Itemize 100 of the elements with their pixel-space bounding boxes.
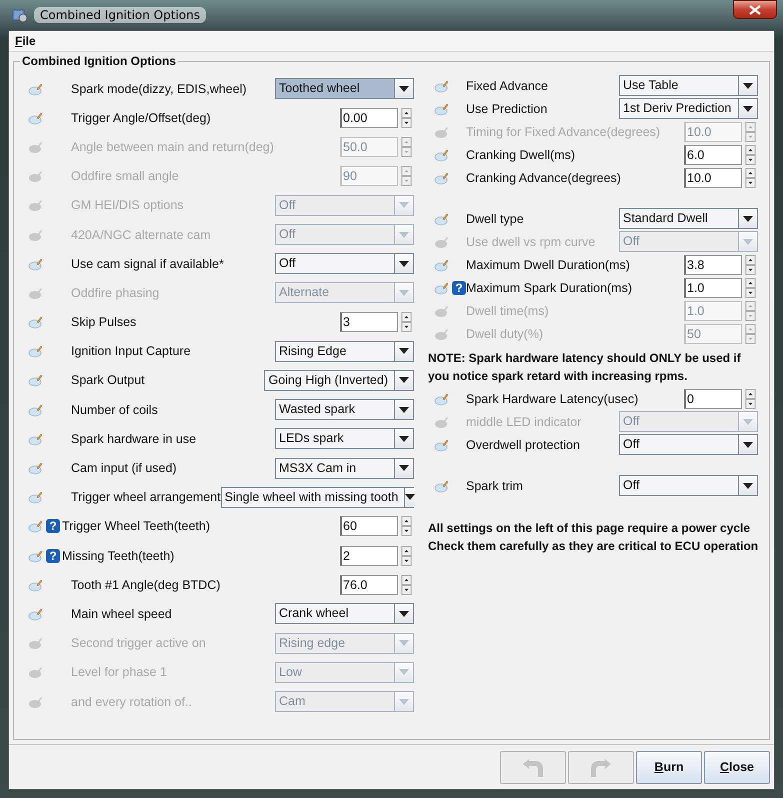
caret-icon	[399, 610, 409, 617]
field-label: Skip Pulses	[70, 315, 138, 330]
dropdown[interactable]: Wasted spark	[275, 399, 414, 420]
field-label: Use Prediction	[466, 102, 548, 116]
number-field[interactable]: 0	[684, 388, 742, 408]
edit-icon[interactable]	[28, 315, 44, 330]
dropdown[interactable]: Single wheel with missing tooth	[220, 486, 414, 508]
spinner-arrows-icon[interactable]	[744, 278, 757, 298]
spinner-arrows-icon[interactable]	[400, 516, 413, 536]
dropdown[interactable]: Going High (Inverted)	[264, 370, 414, 391]
edit-icon[interactable]	[28, 548, 44, 563]
field-label: Overdwell protection	[466, 438, 581, 452]
field-label: Spark Hardware Latency(usec)	[466, 392, 640, 406]
dropdown[interactable]: Rising Edge	[275, 340, 414, 362]
edit-icon[interactable]	[28, 461, 44, 476]
edit-icon[interactable]	[28, 519, 44, 534]
spinner-arrows-icon[interactable]	[744, 388, 757, 408]
dropdown[interactable]: Use Table	[619, 75, 758, 96]
edit-icon[interactable]	[434, 438, 450, 452]
dropdown[interactable]: Crank wheel	[275, 603, 414, 624]
edit-icon[interactable]	[28, 490, 44, 504]
field-label: Spark mode(dizzy, EDIS,wheel)	[70, 82, 248, 96]
spinner-arrows-icon[interactable]	[400, 108, 413, 128]
spinner-arrows-icon[interactable]	[400, 546, 413, 566]
number-field[interactable]: 3	[340, 312, 398, 332]
caret-icon	[399, 698, 409, 705]
dropdown[interactable]: MS3X Cam in	[275, 458, 414, 479]
field-label: Missing Teeth(teeth)	[61, 548, 176, 563]
caret-icon	[399, 86, 409, 92]
edit-icon[interactable]	[28, 110, 44, 125]
number-field[interactable]: 10.0	[684, 168, 742, 188]
edit-icon[interactable]	[28, 344, 44, 358]
caret-icon	[399, 436, 409, 442]
edit-icon[interactable]	[28, 578, 44, 592]
menu-item[interactable]: File	[13, 34, 38, 48]
edit-icon[interactable]	[434, 212, 450, 226]
edit-icon[interactable]	[28, 606, 44, 621]
edit-icon[interactable]	[434, 392, 450, 406]
note-text: Check them carefully as they are critical to ECU operation	[428, 538, 758, 555]
field-label: Oddfire phasing	[70, 286, 160, 300]
field-label: Dwell time(ms)	[466, 304, 550, 318]
edit-icon[interactable]	[434, 478, 450, 492]
field-label: Second trigger active on	[70, 636, 207, 650]
field-label: Spark Output	[70, 373, 146, 388]
dropdown[interactable]: Standard Dwell	[619, 208, 758, 229]
field-label: Angle between main and return(deg)	[70, 140, 275, 154]
field-label: middle LED indicator	[466, 414, 582, 428]
edit-icon[interactable]	[434, 280, 450, 294]
field-label: Timing for Fixed Advance(degrees)	[466, 124, 662, 138]
dropdown[interactable]: Off	[275, 253, 414, 274]
dropdown[interactable]: Toothed wheel	[275, 78, 414, 100]
field-label: Dwell duty(%)	[466, 326, 544, 340]
help-button[interactable]: ?	[46, 519, 60, 534]
field-label: Maximum Spark Duration(ms)	[466, 280, 634, 294]
caret-icon	[399, 406, 409, 413]
help-button[interactable]: ?	[452, 280, 466, 294]
note-text: you notice spark retard with increasing rpms.	[428, 368, 688, 385]
dialog-button[interactable]: Burn	[636, 750, 702, 784]
caret-icon	[399, 377, 409, 384]
field-label: Ignition Input Capture	[70, 344, 192, 358]
number-field[interactable]: 6.0	[684, 144, 742, 164]
note-text: NOTE: Spark hardware latency should ONLY be used if	[428, 350, 742, 367]
field-label: Level for phase 1	[70, 665, 168, 680]
spinner-arrows-icon[interactable]	[744, 168, 757, 188]
field-label: and every rotation of..	[70, 694, 193, 709]
spinner-arrows-icon[interactable]	[744, 144, 757, 164]
edit-icon[interactable]	[434, 148, 450, 162]
spinner-arrows-icon[interactable]	[400, 312, 413, 332]
number-field[interactable]: 60	[340, 516, 398, 536]
dropdown[interactable]: 1st Deriv Prediction	[619, 98, 758, 119]
edit-icon[interactable]	[434, 170, 450, 184]
number-field[interactable]: 76.0	[340, 574, 398, 595]
edit-icon[interactable]	[28, 373, 44, 388]
field-label: Trigger Angle/Offset(deg)	[70, 110, 212, 125]
dropdown[interactable]: Off	[619, 475, 758, 496]
dropdown[interactable]: Off	[619, 434, 758, 455]
spinner-arrows-icon[interactable]	[400, 574, 413, 595]
close-button[interactable]	[733, 0, 777, 19]
edit-icon[interactable]	[434, 78, 450, 92]
number-field[interactable]: 3.8	[684, 254, 742, 274]
caret-icon	[399, 348, 409, 354]
number-field[interactable]: 2	[340, 546, 398, 566]
dropdown[interactable]: LEDs spark	[275, 428, 414, 450]
edit-icon[interactable]	[28, 256, 44, 271]
caret-icon	[743, 482, 753, 488]
dialog-button[interactable]: Close	[704, 750, 770, 784]
caret-icon	[743, 238, 753, 244]
field-label: Spark trim	[466, 478, 524, 492]
help-button[interactable]: ?	[46, 548, 60, 563]
spinner-arrows-icon[interactable]	[744, 254, 757, 274]
edit-icon[interactable]	[28, 432, 44, 446]
caret-icon	[743, 418, 753, 424]
number-field[interactable]: 0.00	[340, 108, 398, 128]
edit-icon[interactable]	[434, 102, 450, 116]
edit-icon[interactable]	[28, 402, 44, 417]
number-field[interactable]: 1.0	[684, 278, 742, 298]
edit-icon[interactable]	[434, 258, 450, 272]
window-title: Combined Ignition Options	[34, 7, 206, 23]
caret-icon	[399, 290, 409, 296]
edit-icon[interactable]	[28, 82, 44, 96]
